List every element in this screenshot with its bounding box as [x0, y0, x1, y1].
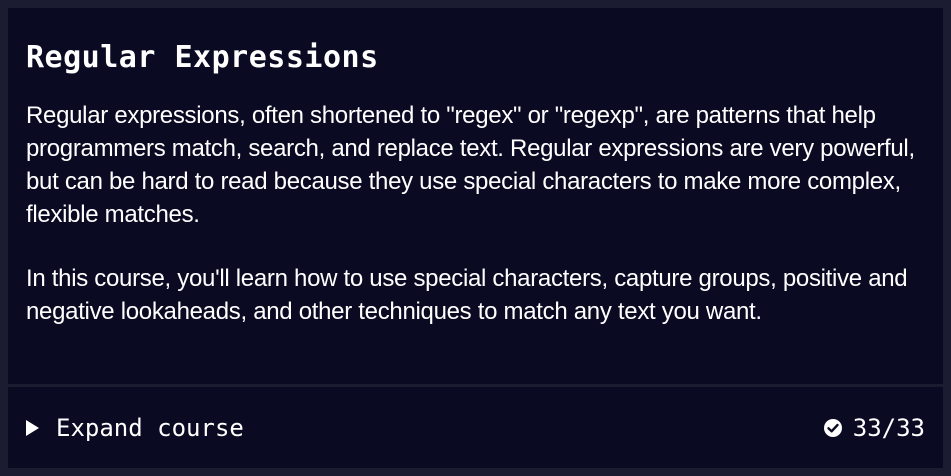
- progress-count: 33/33: [852, 413, 925, 442]
- course-title: Regular Expressions: [26, 40, 379, 75]
- expand-course-button[interactable]: Expand course 33/33: [8, 387, 943, 468]
- expand-toggle[interactable]: Expand course: [26, 414, 244, 442]
- caret-right-icon: [26, 419, 39, 436]
- course-intro: Regular Expressions Regular expressions,…: [8, 8, 943, 384]
- check-circle-icon: [823, 418, 842, 437]
- expand-course-label: Expand course: [56, 413, 244, 442]
- course-progress: 33/33: [823, 414, 925, 442]
- course-card: Regular Expressions Regular expressions,…: [8, 8, 943, 468]
- course-description-paragraph: Regular expressions, often shortened to …: [26, 102, 915, 228]
- course-description-paragraph: In this course, you'll learn how to use …: [26, 265, 908, 325]
